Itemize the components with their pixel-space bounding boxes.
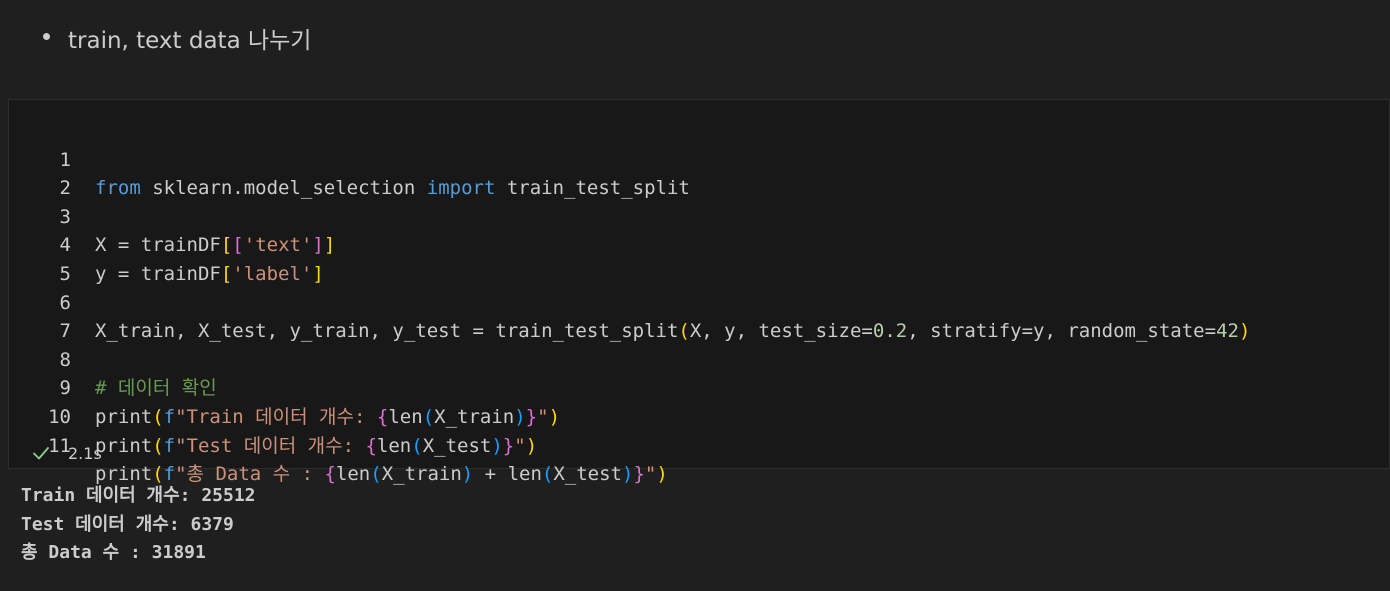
- code-line: 1 from sklearn.model_selection import tr…: [0, 117, 1390, 200]
- execution-duration: 2.1s: [68, 443, 102, 463]
- string-literal: "Test 데이터 개수:: [175, 434, 366, 457]
- bracket: ): [656, 463, 668, 486]
- bracket: ): [461, 463, 474, 486]
- code-line: 8 # 데이터 확인: [0, 317, 1390, 400]
- cell-output: Train 데이터 개수: 25512 Test 데이터 개수: 6379 총 …: [21, 482, 256, 568]
- code-line: 5: [0, 231, 1390, 285]
- bracket: (: [152, 434, 164, 457]
- string-literal: ": [644, 463, 657, 486]
- code-line: 9 print(f"Train 데이터 개수: {len(X_train)}"): [0, 346, 1390, 428]
- function-name: print: [95, 434, 153, 457]
- output-line: 총 Data 수 : 31891: [21, 542, 206, 564]
- code-line: 11 print(f"총 Data 수 : {len(X_train) + le…: [0, 403, 1390, 486]
- code-token: X_test: [553, 463, 622, 486]
- execution-status: 2.1s: [32, 440, 102, 466]
- function-name: len: [507, 463, 542, 486]
- output-line: Test 데이터 개수: 6379: [21, 513, 234, 535]
- string-literal: ": [514, 434, 526, 457]
- code-line: 3 X = trainDF[['text']]: [0, 174, 1390, 257]
- function-name: len: [335, 463, 371, 486]
- bracket: }: [633, 463, 645, 486]
- bracket: }: [502, 434, 515, 457]
- code-line: 6 X_train, X_test, y_train, y_test = tra…: [0, 260, 1390, 343]
- output-line: Train 데이터 개수: 25512: [21, 485, 256, 506]
- check-icon: [33, 447, 49, 460]
- fstring-prefix: f: [163, 434, 176, 457]
- code-line: 2: [0, 146, 1390, 199]
- bracket: {: [365, 434, 377, 457]
- bracket: ): [525, 434, 538, 457]
- code-line: 7: [0, 289, 1390, 342]
- code-line: 4 y = trainDF['label']: [0, 203, 1390, 285]
- bracket: (: [370, 463, 382, 486]
- markdown-bullet-text: train, text data 나누기: [68, 28, 312, 54]
- bracket: (: [411, 434, 423, 457]
- bracket: (: [541, 463, 554, 486]
- function-name: len: [376, 434, 412, 457]
- code-editor[interactable]: 1 from sklearn.model_selection import tr…: [0, 117, 1390, 486]
- bullet-icon: [43, 33, 50, 40]
- bracket: ): [491, 434, 503, 457]
- bracket: ): [621, 463, 634, 486]
- code-token: X_train: [381, 463, 462, 486]
- code-line: 10 print(f"Test 데이터 개수: {len(X_test)}"): [0, 374, 1390, 457]
- markdown-cell[interactable]: train, text data 나누기: [0, 0, 1390, 98]
- bracket: {: [324, 463, 336, 486]
- code-token: +: [473, 463, 508, 486]
- code-token: X_test: [422, 434, 492, 457]
